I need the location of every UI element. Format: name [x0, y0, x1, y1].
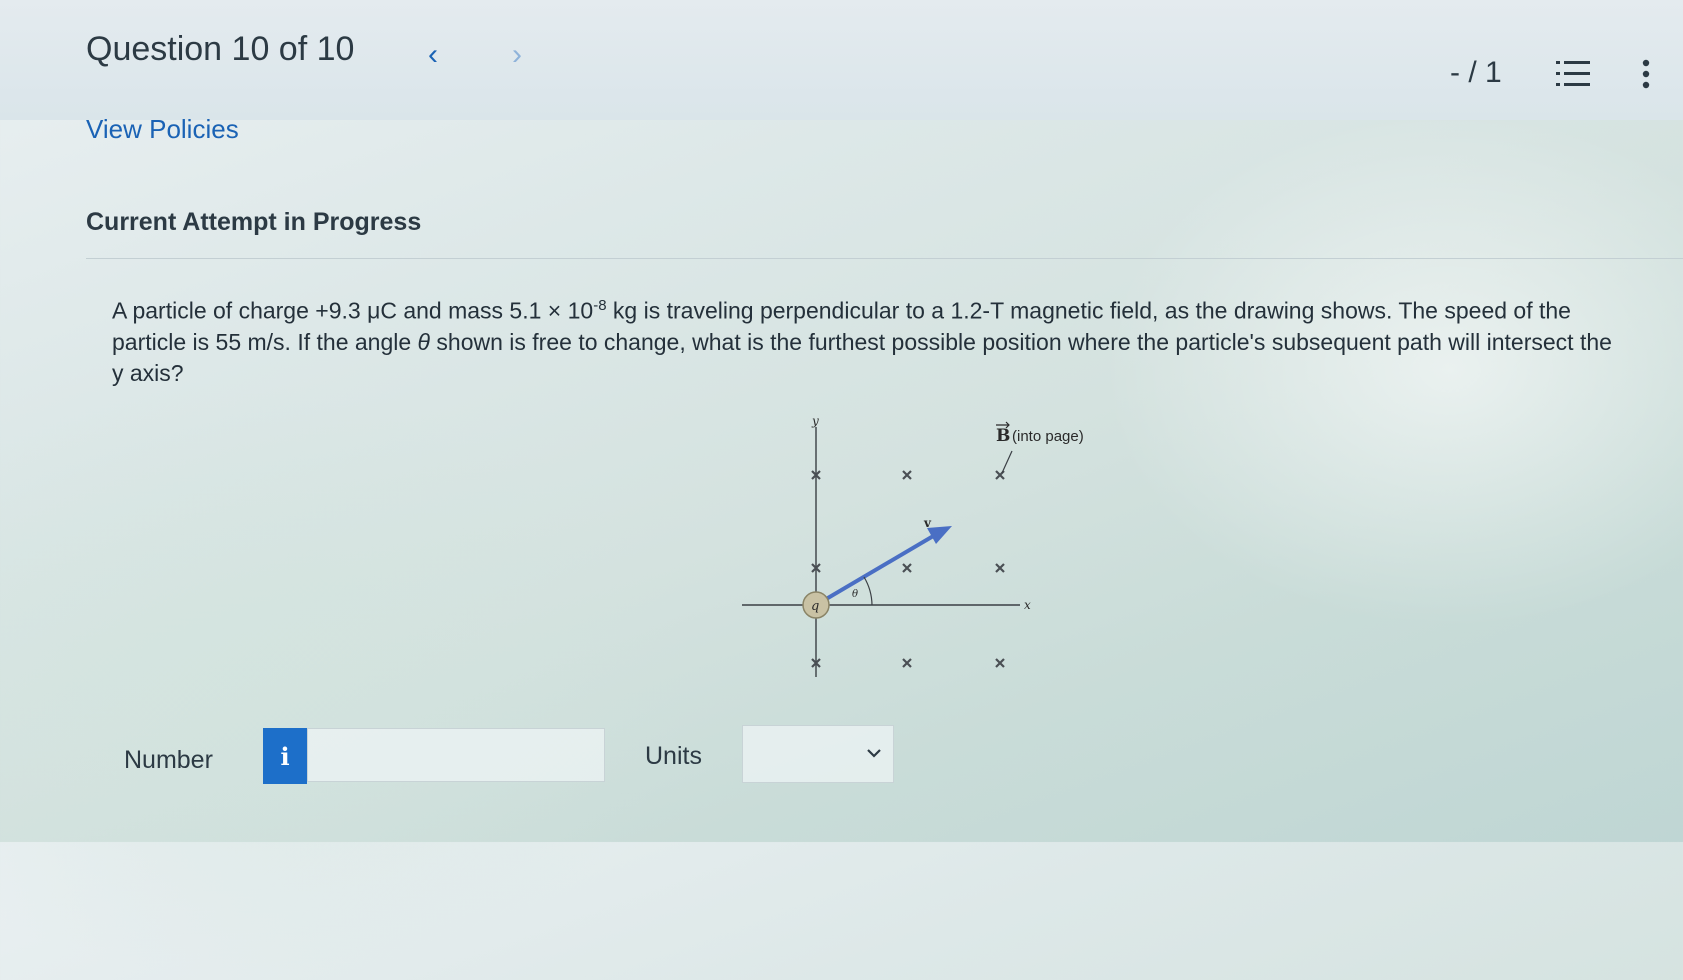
question-text: A particle of charge +9.3 μC and mass 5.…: [112, 290, 1622, 389]
number-label: Number: [124, 746, 213, 774]
field-x-mark: [995, 658, 1005, 668]
question-list-icon[interactable]: [1556, 58, 1590, 90]
question-title: Question 10 of 10: [86, 30, 355, 68]
chevron-right-icon[interactable]: ›: [512, 38, 522, 72]
field-note: (into page): [1012, 428, 1084, 445]
velocity-arrow: [814, 533, 937, 607]
chevron-down-icon: [867, 749, 881, 758]
field-x-mark: [902, 563, 912, 573]
view-policies-link[interactable]: View Policies: [86, 114, 239, 145]
units-select[interactable]: [742, 725, 894, 783]
header-bar: Question 10 of 10 ‹ › - / 1: [0, 0, 1683, 120]
question-part1: A particle of charge +9.3 μC and mass 5.…: [112, 297, 594, 324]
magnetic-field-diagram: q θ v y x B (into page): [742, 415, 1084, 677]
x-axis-label: x: [1024, 598, 1031, 612]
info-button[interactable]: i: [263, 728, 307, 784]
charge-label: q: [811, 599, 819, 614]
angle-label: θ: [852, 589, 858, 600]
velocity-label: v: [923, 516, 932, 530]
attempt-heading: Current Attempt in Progress: [86, 208, 422, 236]
more-vertical-icon[interactable]: [1640, 58, 1652, 90]
field-markers: [811, 470, 1005, 668]
field-x-mark: [995, 563, 1005, 573]
y-axis-label: y: [811, 415, 819, 428]
divider: [86, 258, 1683, 259]
angle-arc: [863, 576, 873, 606]
question-exponent: -8: [593, 297, 607, 314]
score-display: - / 1: [1450, 56, 1502, 89]
field-pointer: [1001, 450, 1013, 474]
units-label: Units: [645, 742, 702, 770]
field-x-mark: [902, 470, 912, 480]
number-input[interactable]: [307, 728, 605, 782]
question-theta: θ: [417, 328, 431, 355]
chevron-left-icon[interactable]: ‹: [428, 38, 438, 72]
field-vector-label: B: [996, 426, 1010, 446]
field-x-mark: [902, 658, 912, 668]
